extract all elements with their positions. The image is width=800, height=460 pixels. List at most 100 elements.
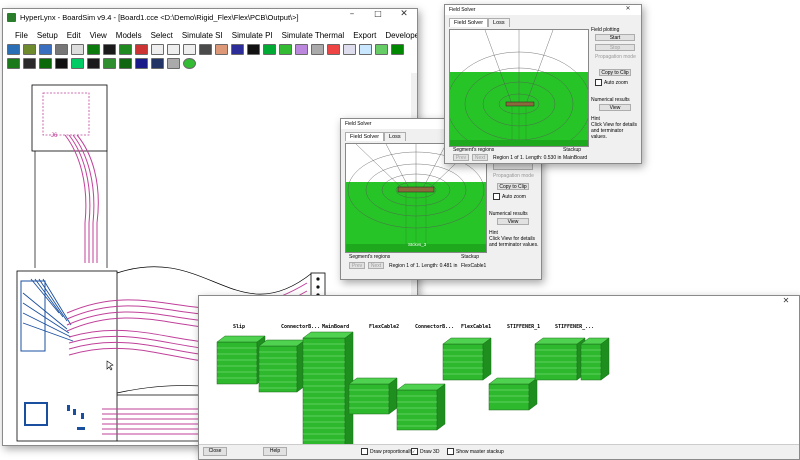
field-plotting-label: Field plotting [591, 27, 620, 33]
stackup-block [302, 331, 354, 446]
search-icon[interactable] [151, 44, 164, 55]
zoom-in-icon[interactable] [71, 44, 84, 55]
help-button[interactable]: Help [263, 447, 287, 456]
stackup-value: FlexCable1 [461, 263, 487, 269]
stackup-block [396, 383, 446, 431]
minimize-button[interactable]: – [339, 9, 365, 19]
tab-field-solver[interactable]: Field Solver [449, 18, 489, 27]
menu-item-developer[interactable]: Developer [385, 31, 417, 40]
eye-icon[interactable] [359, 44, 372, 55]
export-icon[interactable] [391, 44, 404, 55]
next-button[interactable]: Next [368, 262, 384, 269]
menu-item-simulate-thermal[interactable]: Simulate Thermal [282, 31, 345, 40]
menu-item-export[interactable]: Export [353, 31, 376, 40]
field-solver-large-title: Field Solver [449, 7, 476, 13]
menu-item-edit[interactable]: Edit [67, 31, 81, 40]
tab-field-solver[interactable]: Field Solver [345, 132, 385, 141]
open-icon[interactable] [23, 44, 36, 55]
show-master-stackup-label: Show master stackup [456, 448, 504, 455]
model-icon[interactable] [375, 44, 388, 55]
copy-to-clip-button[interactable]: Copy to Clip [497, 183, 529, 190]
chip-icon[interactable] [7, 58, 20, 69]
view-button[interactable]: View [599, 104, 631, 111]
terminator-icon[interactable] [87, 58, 100, 69]
sweep-icon[interactable] [279, 44, 292, 55]
menu-item-select[interactable]: Select [151, 31, 173, 40]
zoom-out-icon[interactable] [167, 44, 180, 55]
copy-to-clip-button[interactable]: Copy to Clip [599, 69, 631, 76]
net-icon[interactable] [135, 44, 148, 55]
auto-zoom-checkbox[interactable]: Auto zoom [493, 193, 526, 200]
close-button[interactable]: Close [203, 447, 227, 456]
batch-icon[interactable] [135, 58, 148, 69]
next-button[interactable]: Next [472, 154, 488, 161]
field-lines-large [450, 30, 588, 146]
view-button[interactable]: View [497, 218, 529, 225]
draw-proportionally-label: Draw proportionally [370, 448, 414, 455]
teapot-icon[interactable] [151, 58, 164, 69]
pi-icon[interactable] [311, 44, 324, 55]
via-icon[interactable] [71, 58, 84, 69]
close-icon[interactable]: ✕ [773, 296, 799, 305]
stackup-block [534, 337, 586, 381]
map-icon[interactable] [167, 58, 180, 69]
prev-button[interactable]: Prev [349, 262, 365, 269]
menu-item-simulate-pi[interactable]: Simulate PI [232, 31, 273, 40]
board-icon[interactable] [87, 44, 100, 55]
close-icon[interactable]: ✕ [615, 5, 641, 12]
maximize-button[interactable]: □ [365, 9, 391, 18]
auto-zoom-label: Auto zoom [502, 193, 526, 200]
auto-zoom-label: Auto zoom [604, 79, 628, 86]
stackup-block [216, 335, 266, 385]
numerical-results-label: Numerical results [591, 97, 630, 103]
tab-loss[interactable]: Loss [488, 18, 510, 27]
sparam-icon[interactable] [119, 58, 132, 69]
stackup-label: Stackup [563, 147, 582, 153]
layers-icon[interactable] [103, 44, 116, 55]
draw-proportionally-checkbox[interactable]: Draw proportionally [361, 448, 413, 455]
save-icon[interactable] [39, 44, 52, 55]
bar-chart-icon[interactable] [23, 58, 36, 69]
menu-item-simulate-si[interactable]: Simulate SI [182, 31, 223, 40]
propagation-mode-label: Propagation mode [595, 54, 636, 60]
cursor-icon[interactable] [343, 44, 356, 55]
numerical-results-label: Numerical results [489, 211, 528, 217]
help-icon[interactable] [183, 58, 196, 69]
stop-button[interactable]: Stop [595, 44, 635, 51]
report-icon[interactable] [295, 44, 308, 55]
prev-button[interactable]: Prev [453, 154, 469, 161]
edit-icon[interactable] [215, 44, 228, 55]
waveform-icon[interactable] [263, 44, 276, 55]
menu-item-models[interactable]: Models [116, 31, 142, 40]
segments-regions-label: Segment's regions [349, 254, 391, 260]
menu-item-view[interactable]: View [90, 31, 107, 40]
hint-text: Click View for details and terminator va… [489, 236, 539, 248]
print-icon[interactable] [55, 44, 68, 55]
draw-3d-checkbox[interactable]: ✓ Draw 3D [411, 448, 439, 455]
scope-icon[interactable] [247, 44, 260, 55]
thermal-icon[interactable] [327, 44, 340, 55]
stop-button[interactable] [493, 163, 533, 170]
field-solver-small-tabs: Field Solver Loss [345, 132, 406, 141]
new-file-icon[interactable] [7, 44, 20, 55]
spectrum-icon[interactable] [39, 58, 52, 69]
stackup-icon[interactable] [119, 44, 132, 55]
grid-icon[interactable] [199, 44, 212, 55]
start-button[interactable]: Start [595, 34, 635, 41]
probe-icon[interactable] [231, 44, 244, 55]
menu-item-file[interactable]: File [15, 31, 28, 40]
fit-icon[interactable] [183, 44, 196, 55]
menu-item-setup[interactable]: Setup [37, 31, 58, 40]
decap-icon[interactable] [103, 58, 116, 69]
tab-loss[interactable]: Loss [384, 132, 406, 141]
stackup-label: Stackup [461, 254, 480, 260]
crosstalk-icon[interactable] [55, 58, 68, 69]
show-master-stackup-checkbox[interactable]: Show master stackup [447, 448, 504, 455]
field-solver-large-window: Field Solver ✕ Field Solver Loss Field p… [444, 4, 642, 164]
region-text: Region 1 of 1. Length: 0.481 in [389, 263, 458, 269]
close-icon[interactable]: ✕ [391, 9, 417, 19]
auto-zoom-checkbox[interactable]: Auto zoom [595, 79, 628, 86]
stackup-block [442, 337, 492, 381]
stackup-block [580, 337, 610, 381]
board-label-j6: J6 [51, 133, 58, 139]
